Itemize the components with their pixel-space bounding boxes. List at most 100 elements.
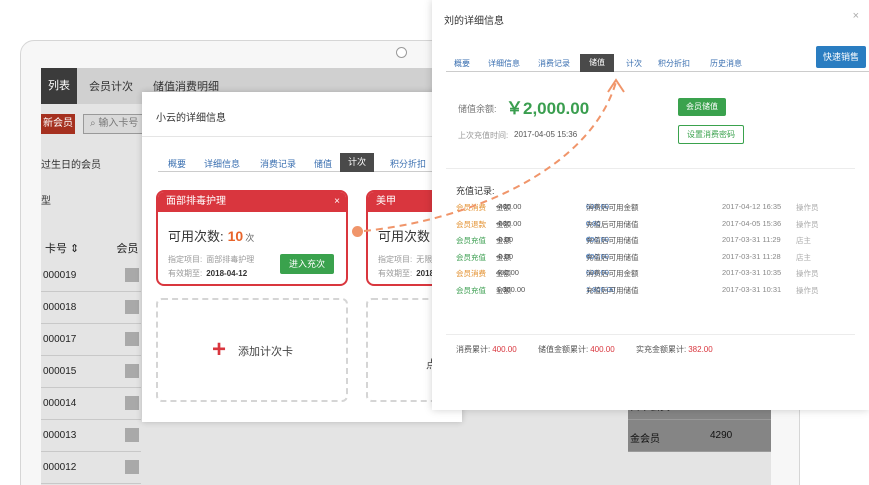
- record-operator: 店主: [796, 236, 811, 245]
- bg-search-placeholder: 输入卡号: [98, 118, 139, 129]
- bg-type-filter[interactable]: 型: [41, 192, 51, 207]
- total-value: 382.00: [688, 345, 713, 354]
- record-after-label: 充值后可用储值: [586, 285, 639, 295]
- total-value: 400.00: [492, 345, 517, 354]
- bg-add-member-button[interactable]: 新会员: [41, 114, 75, 134]
- tab-stored-value[interactable]: 储值: [314, 157, 332, 170]
- record-after-label: 充值后可用储值: [586, 236, 639, 245]
- valid-label: 有效期至:: [168, 269, 203, 278]
- project-label: 指定项目:: [168, 255, 203, 264]
- count-card-project: 指定项目: 无限: [378, 254, 432, 265]
- record-operator: 操作员: [796, 269, 819, 278]
- total-value: 400.00: [590, 345, 615, 354]
- record-amount-label: 金额: [496, 269, 511, 278]
- recharge-count-button[interactable]: 进入充次: [280, 254, 334, 274]
- member-detail-modal-xiaoyun: 小云的详细信息 概要 详细信息 消费记录 储值 计次 积分折扣 面部排毒护理 ×…: [142, 92, 558, 422]
- total-label: 实充金额累计:: [636, 345, 687, 354]
- table-row[interactable]: 000015: [41, 356, 141, 388]
- bg-row-card-no: 000012: [43, 462, 77, 473]
- close-icon[interactable]: ×: [334, 192, 340, 212]
- table-row[interactable]: 000014: [41, 388, 141, 420]
- quick-sale-button[interactable]: 快速销售: [816, 46, 866, 68]
- avatar-icon: [125, 460, 139, 474]
- tab-stored-value[interactable]: 储值: [580, 54, 614, 72]
- divider: [446, 168, 855, 169]
- tab-overview[interactable]: 概要: [454, 58, 470, 69]
- bg-right-row-name: 金会员: [630, 434, 660, 445]
- table-row[interactable]: 000013: [41, 420, 141, 452]
- record-after: 充值后可用储值 1,000.00: [586, 285, 639, 295]
- list-item: 会员充值 金额 -0.00 © 充值后可用储值 600.00 2017-03-31 11…: [456, 235, 856, 251]
- table-row[interactable]: 000018: [41, 292, 141, 324]
- record-type-text: 会员充值: [456, 252, 486, 262]
- bg-birthday-filter[interactable]: 过生日的会员: [41, 156, 101, 171]
- add-count-card[interactable]: + 添加计次卡: [156, 298, 348, 402]
- tab-count[interactable]: 计次: [626, 58, 642, 69]
- record-date: 2017-03-31 10:35: [722, 268, 782, 277]
- bg-row-card-no: 000013: [43, 430, 77, 441]
- record-amount: 金额 -0.00: [496, 235, 513, 245]
- table-row[interactable]: 000017: [41, 324, 141, 356]
- tab-consumption[interactable]: 消费记录: [538, 58, 570, 69]
- list-item: 会员消费 金额 -400.00 消费后可用金额 600.00 2017-04-12 1…: [456, 202, 856, 218]
- table-row[interactable]: 000012: [41, 452, 141, 484]
- record-type-text: 会员充值: [456, 236, 486, 245]
- avatar-icon: [125, 300, 139, 314]
- count-unit: 次: [245, 233, 255, 243]
- camera-icon: [396, 47, 407, 58]
- list-item: 会员消费 金额 400.00 消费后可用金额 600.00 2017-03-31 10…: [456, 268, 856, 284]
- add-count-card-label: 添加计次卡: [238, 346, 293, 358]
- project-value: 无限: [416, 255, 433, 264]
- tab-overview[interactable]: 概要: [168, 157, 186, 170]
- record-amount: 金额 -400.00: [496, 202, 521, 212]
- set-password-button[interactable]: 设置消费密码: [678, 125, 744, 144]
- count-value: 10: [227, 228, 244, 244]
- bg-header-member: 会员: [116, 243, 139, 255]
- tab-points[interactable]: 积分折扣: [658, 58, 690, 69]
- record-date: 2017-04-05 15:36: [722, 218, 782, 228]
- record-operator: 操作员: [796, 203, 819, 212]
- bg-tab-list[interactable]: 列表: [41, 68, 77, 104]
- tab-points[interactable]: 积分折扣: [390, 157, 426, 170]
- total-stored: 储值金额累计: 400.00: [538, 344, 615, 355]
- close-icon[interactable]: ×: [853, 10, 859, 22]
- bg-row-card-no: 000017: [43, 334, 77, 345]
- record-after: 消费后可用金额 600.00: [586, 268, 639, 278]
- last-charge-label: 上次充值时间:: [458, 131, 509, 140]
- table-row[interactable]: 金会员 4290: [628, 420, 771, 452]
- count-card-header: 面部排毒护理 ×: [158, 192, 346, 212]
- total-consumption: 消费累计: 400.00: [456, 344, 517, 355]
- record-after: 充值后可用储值 0.00: [586, 219, 639, 229]
- member-charge-button[interactable]: 会员储值: [678, 98, 726, 116]
- bg-row-card-no: 000018: [43, 302, 77, 313]
- tab-details[interactable]: 详细信息: [488, 58, 520, 69]
- record-type-text: 会员消费: [456, 269, 486, 278]
- avatar-icon: [125, 332, 139, 346]
- balance-value: ￥2,000.00: [506, 99, 590, 118]
- list-item: 会员充值 金额 -0.00 © 充值后可用储值 600.00 2017-03-31 11…: [456, 252, 856, 268]
- bg-tab-member-count[interactable]: 会员计次: [89, 78, 133, 94]
- count-card-project: 指定项目: 面部排毒护理: [168, 254, 254, 265]
- divider: [446, 334, 855, 335]
- tab-details[interactable]: 详细信息: [204, 157, 240, 170]
- avatar-icon: [125, 396, 139, 410]
- count-card-remaining: 可用次数: 10 次: [168, 226, 254, 245]
- tab-count[interactable]: 计次: [340, 153, 375, 172]
- record-date: 2017-04-12 16:35: [722, 202, 782, 211]
- record-after: © 充值后可用储值 600.00: [586, 235, 639, 245]
- count-card-valid: 有效期至: 2018-04-12: [168, 268, 247, 279]
- bg-list-header: 卡号 ⇕ 会员: [45, 243, 139, 255]
- table-row[interactable]: 000019: [41, 260, 141, 292]
- tab-history[interactable]: 历史消息: [710, 58, 742, 69]
- record-type-text: 会员充值: [456, 285, 486, 295]
- record-after: 消费后可用金额 600.00: [586, 202, 639, 212]
- bg-row-card-no: 000019: [43, 270, 77, 281]
- member-detail-modal-liu: 刘的详细信息 × 概要 详细信息 消费记录 储值 计次 积分折扣 历史消息 快速…: [432, 0, 869, 410]
- screenshot-stage: 列表 会员计次 储值消费明细 新会员 ⌕ 输入卡号 过生日的会员 型 卡号 ⇕ …: [0, 0, 869, 485]
- mid-tab-bar: 概要 详细信息 消费记录 储值 计次 积分折扣: [158, 153, 478, 172]
- count-card-valid: 有效期至: 2018: [378, 268, 434, 279]
- connector-dot: [352, 226, 363, 237]
- tab-consumption[interactable]: 消费记录: [260, 157, 296, 170]
- last-charge-value: 2017-04-05 15:36: [514, 130, 578, 139]
- divider: [142, 136, 462, 137]
